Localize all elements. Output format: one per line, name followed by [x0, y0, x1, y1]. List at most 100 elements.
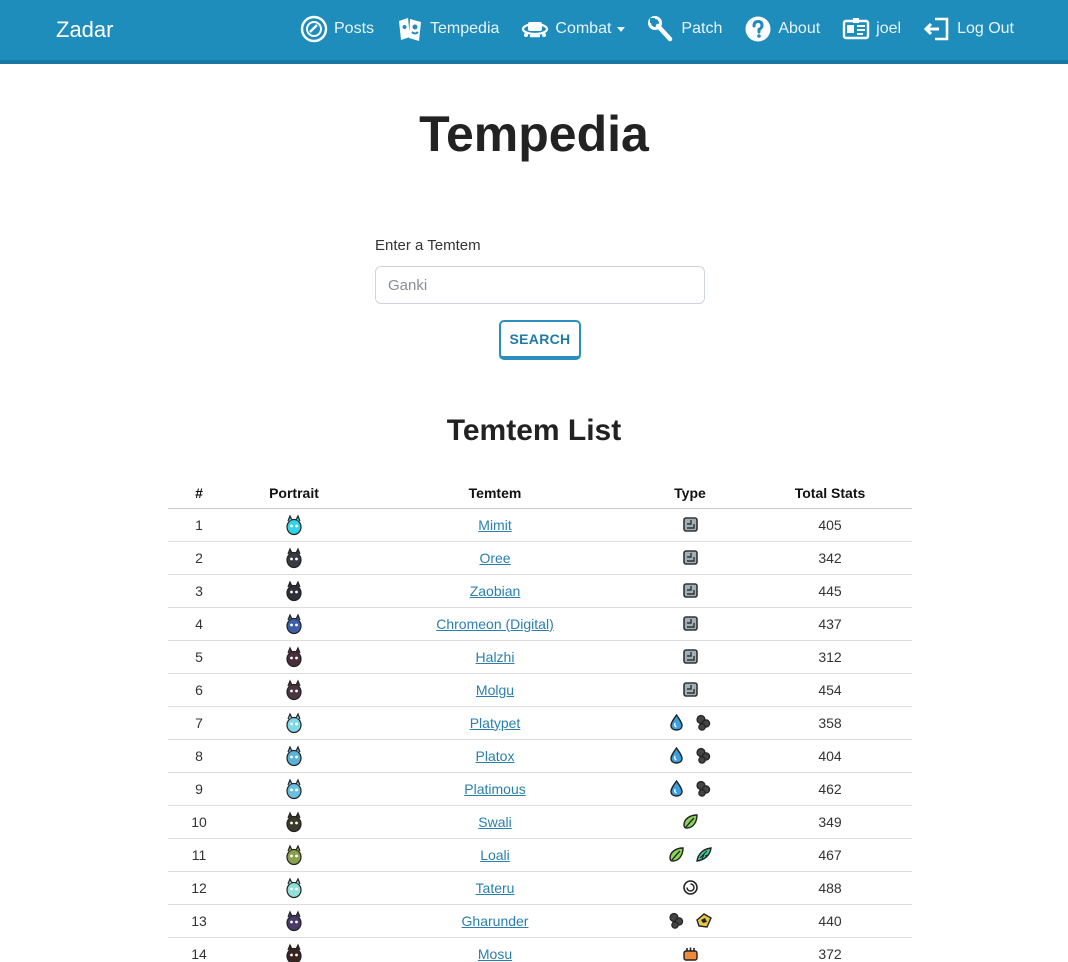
table-row: 1 Mimit 405 [168, 508, 912, 542]
header-num: # [168, 478, 230, 509]
temtem-portrait [283, 943, 305, 962]
total-stats: 437 [748, 607, 912, 641]
table-row: 3 Zaobian 445 [168, 574, 912, 608]
name-cell: Platypet [358, 706, 632, 740]
nav-label-posts: Posts [334, 20, 375, 37]
row-number: 5 [168, 640, 230, 674]
portrait-cell [230, 838, 358, 872]
temtem-link[interactable]: Platox [476, 748, 515, 764]
nav-item-patch[interactable]: Patch [647, 12, 722, 46]
temtem-link[interactable]: Molgu [476, 682, 514, 698]
name-cell: Swali [358, 805, 632, 839]
row-number: 2 [168, 541, 230, 575]
type-cell [632, 508, 748, 542]
header-total: Total Stats [748, 478, 912, 509]
row-number: 13 [168, 904, 230, 938]
tempedia-icon [396, 15, 424, 43]
type-cell [632, 805, 748, 839]
total-stats: 372 [748, 937, 912, 962]
temtem-link[interactable]: Oree [479, 550, 510, 566]
nav-label-about: About [778, 20, 821, 37]
water-type-icon [668, 714, 685, 732]
total-stats: 342 [748, 541, 912, 575]
posts-icon [300, 15, 328, 43]
chevron-down-icon [617, 26, 626, 32]
temtem-portrait [283, 514, 305, 536]
table-row: 14 Mosu 372 [168, 937, 912, 962]
nav-item-tempedia[interactable]: Tempedia [396, 12, 499, 46]
temtem-portrait [283, 646, 305, 668]
temtem-portrait [283, 613, 305, 635]
nav-item-about[interactable]: About [744, 12, 820, 46]
table-row: 8 Platox 404 [168, 739, 912, 773]
portrait-cell [230, 772, 358, 806]
page-title: Tempedia [419, 106, 649, 162]
temtem-portrait [283, 745, 305, 767]
digital-type-icon [682, 549, 699, 566]
nav-item-profile[interactable]: joel [842, 12, 901, 46]
navbar: Zadar Posts Tempedia Combat Patch About … [0, 0, 1068, 64]
type-cell [632, 838, 748, 872]
total-stats: 312 [748, 640, 912, 674]
nav-item-logout[interactable]: Log Out [923, 12, 1014, 46]
water-type-icon [668, 780, 685, 798]
table-row: 12 Tateru 488 [168, 871, 912, 905]
earth-type-icon [695, 912, 712, 929]
name-cell: Zaobian [358, 574, 632, 608]
temtem-link[interactable]: Platimous [464, 781, 525, 797]
type-cell [632, 706, 748, 740]
row-number: 7 [168, 706, 230, 740]
portrait-cell [230, 739, 358, 773]
question-icon [744, 15, 772, 43]
temtem-link[interactable]: Halzhi [476, 649, 515, 665]
nav-label-combat: Combat [555, 20, 612, 37]
neutral-type-icon [682, 879, 699, 896]
table-row: 11 Loali 467 [168, 838, 912, 872]
list-title: Temtem List [446, 414, 622, 447]
name-cell: Loali [358, 838, 632, 872]
portrait-cell [230, 607, 358, 641]
nav-item-posts[interactable]: Posts [300, 12, 374, 46]
table-row: 2 Oree 342 [168, 541, 912, 575]
portrait-cell [230, 541, 358, 575]
nature-type-icon [668, 846, 685, 863]
search-input[interactable] [375, 266, 705, 304]
portrait-cell [230, 673, 358, 707]
portrait-cell [230, 904, 358, 938]
temtem-link[interactable]: Gharunder [462, 913, 529, 929]
toxic-type-icon [695, 714, 712, 732]
combat-icon [521, 15, 549, 43]
type-cell [632, 541, 748, 575]
brand-link[interactable]: Zadar [56, 16, 113, 44]
digital-type-icon [682, 648, 699, 665]
temtem-link[interactable]: Mimit [478, 517, 511, 533]
temtem-portrait [283, 712, 305, 734]
nav-label-tempedia: Tempedia [430, 20, 500, 37]
temtem-link[interactable]: Chromeon (Digital) [436, 616, 553, 632]
temtem-link[interactable]: Swali [478, 814, 511, 830]
row-number: 4 [168, 607, 230, 641]
temtem-link[interactable]: Mosu [478, 946, 512, 962]
temtem-portrait [283, 844, 305, 866]
type-cell [632, 904, 748, 938]
water-type-icon [668, 747, 685, 765]
search-button[interactable]: SEARCH [499, 320, 581, 360]
portrait-cell [230, 640, 358, 674]
nav-item-combat[interactable]: Combat [521, 12, 626, 46]
total-stats: 349 [748, 805, 912, 839]
type-cell [632, 607, 748, 641]
temtem-link[interactable]: Platypet [470, 715, 521, 731]
digital-type-icon [682, 516, 699, 533]
type-cell [632, 772, 748, 806]
table-row: 9 Platimous 462 [168, 772, 912, 806]
row-number: 1 [168, 508, 230, 542]
temtem-link[interactable]: Loali [480, 847, 510, 863]
toxic-type-icon [695, 747, 712, 765]
temtem-link[interactable]: Zaobian [470, 583, 521, 599]
name-cell: Tateru [358, 871, 632, 905]
portrait-cell [230, 706, 358, 740]
temtem-portrait [283, 679, 305, 701]
temtem-link[interactable]: Tateru [476, 880, 515, 896]
portrait-cell [230, 574, 358, 608]
digital-type-icon [682, 582, 699, 599]
